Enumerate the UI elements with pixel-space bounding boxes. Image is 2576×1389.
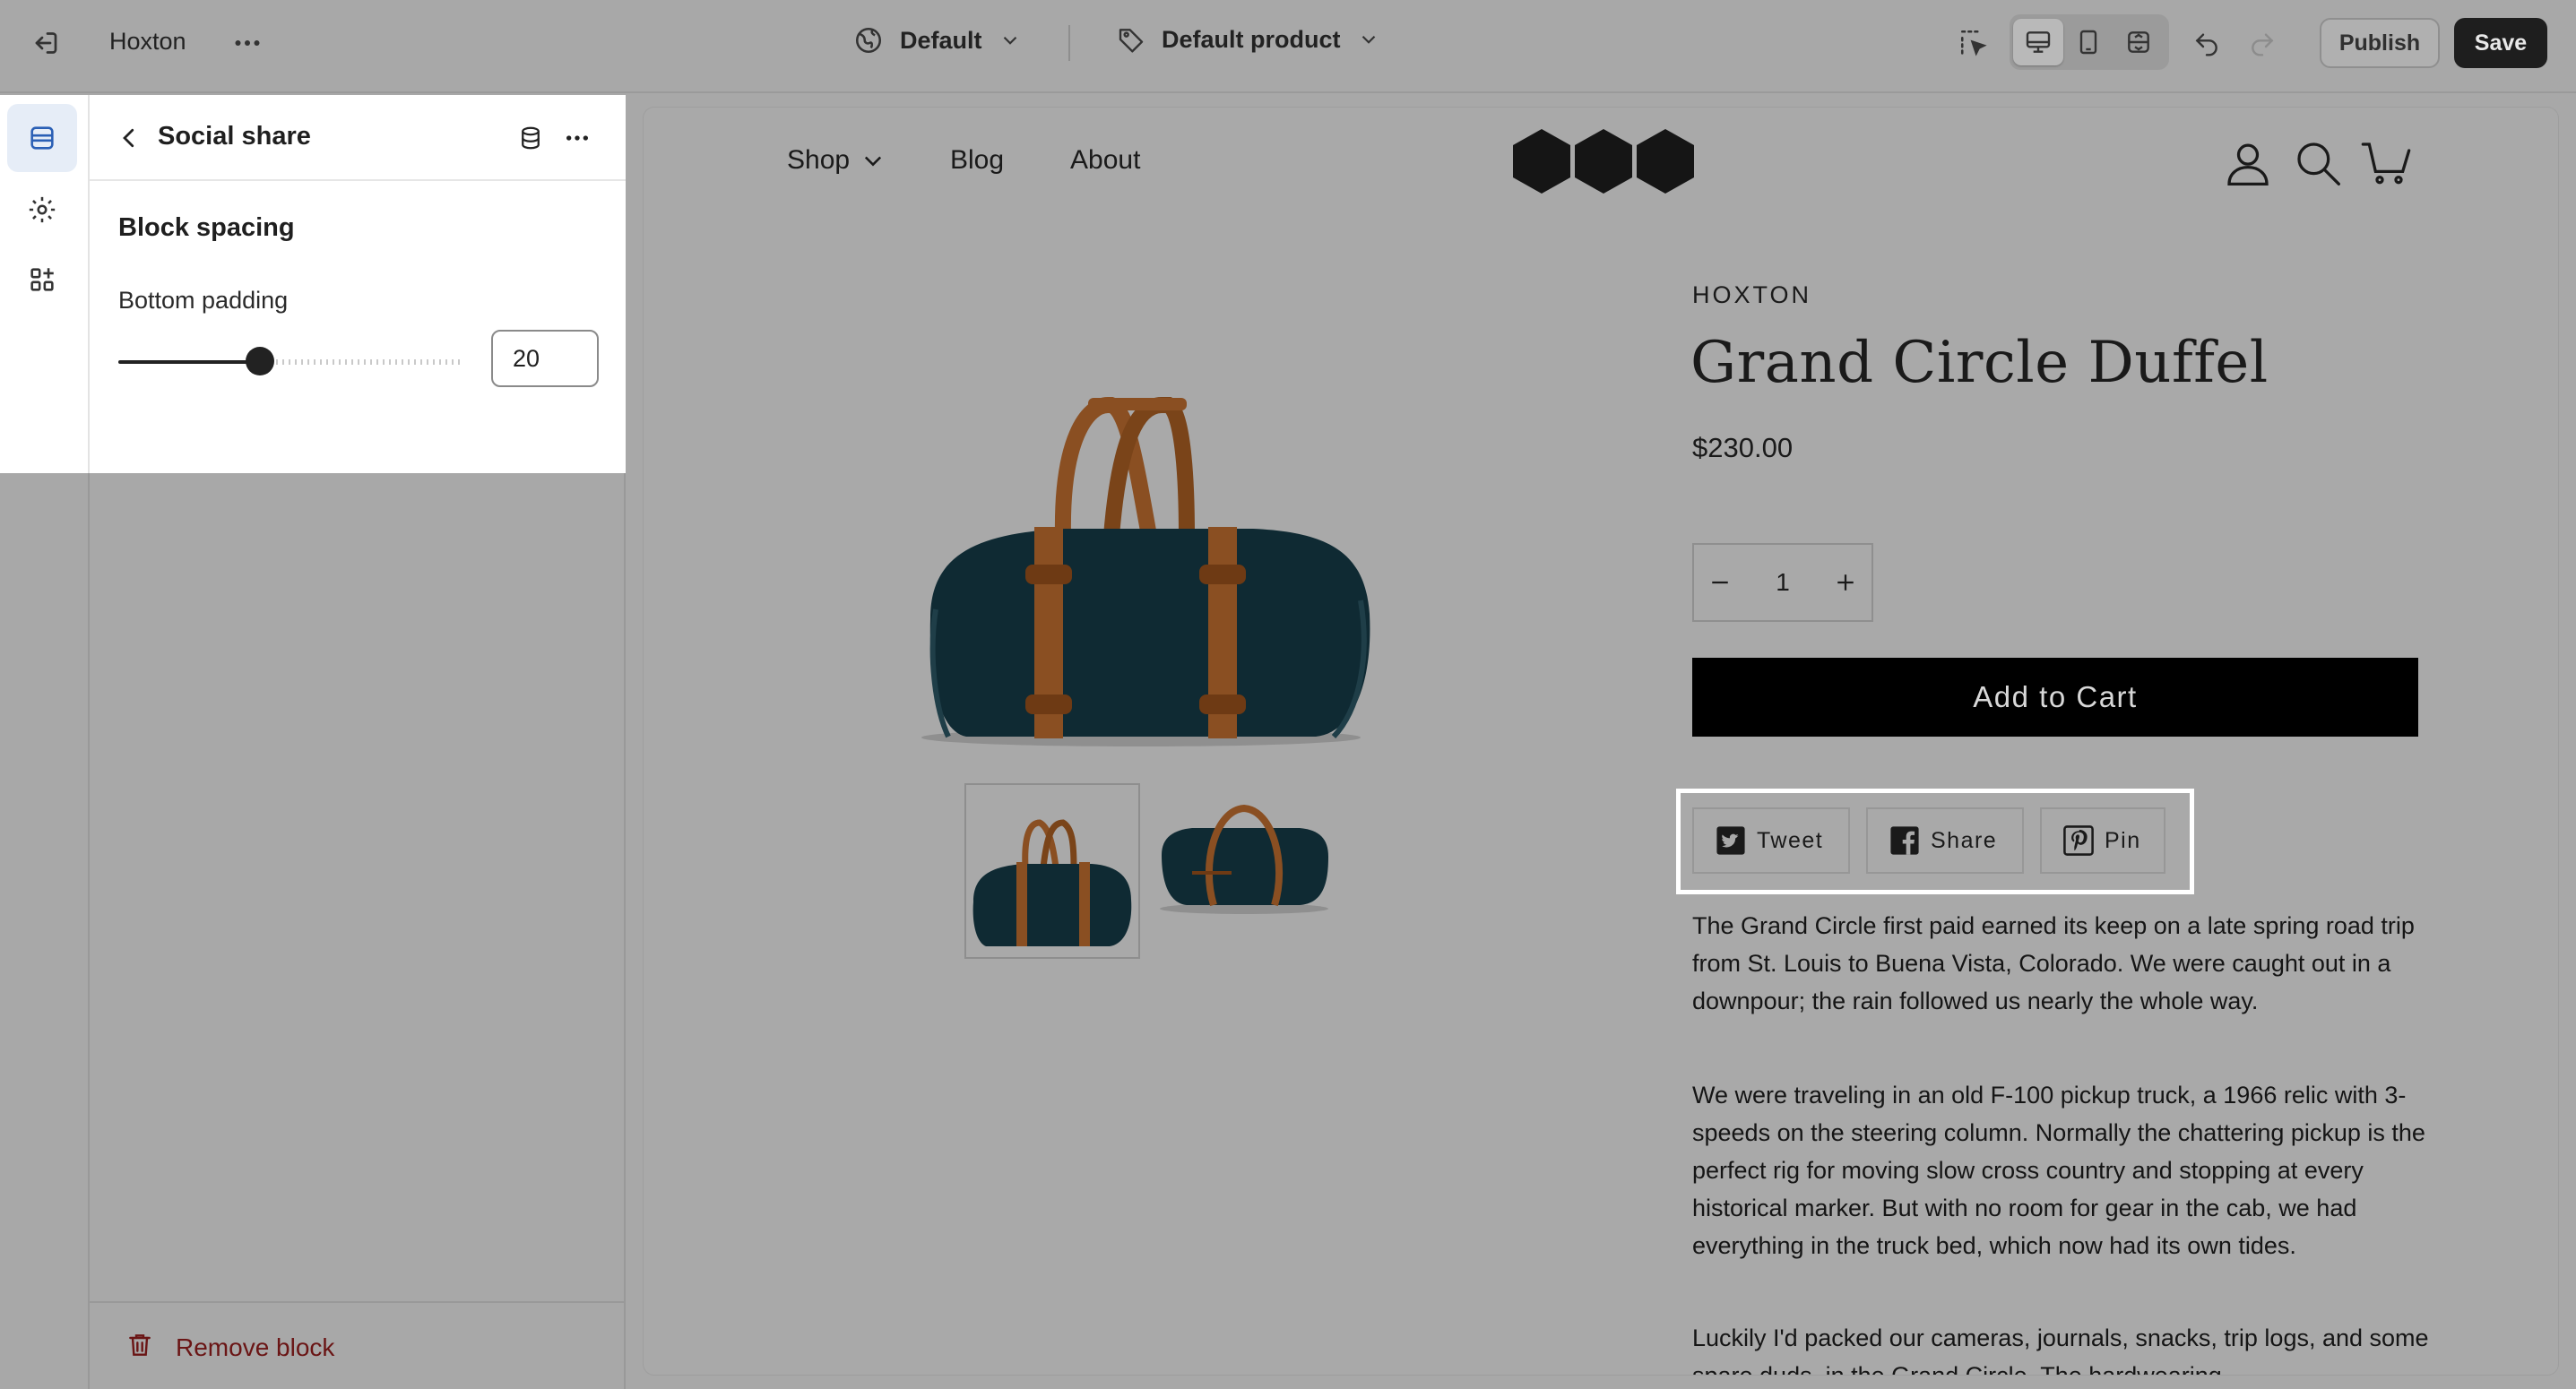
store-logo[interactable] [1511,127,1696,195]
product-description-paragraph: We were traveling in an old F-100 pickup… [1692,1082,2425,1259]
product-thumbnail-1[interactable] [964,783,1140,959]
undo-icon[interactable] [2187,23,2226,63]
topbar-divider [1068,25,1070,61]
product-vendor: HOXTON [1692,281,1812,308]
device-toggle-group [2010,14,2169,70]
ellipsis-icon[interactable] [228,23,267,63]
add-to-cart-button[interactable]: Add to Cart [1692,658,2418,737]
back-arrow-icon[interactable] [111,120,147,156]
facebook-icon [1890,826,1919,855]
cart-icon[interactable] [2361,138,2411,188]
quantity-stepper: 1 [1692,543,1873,622]
template-selector-label: Default product [1162,25,1341,53]
minus-icon[interactable] [1694,545,1746,620]
inspector-select-icon[interactable] [1954,23,1993,63]
chevron-down-icon [1003,36,1016,45]
desktop-view-icon[interactable] [2013,19,2063,65]
tweet-label: Tweet [1757,827,1824,853]
template-selector[interactable]: Default product [1117,25,1380,54]
remove-block-button[interactable]: Remove block [90,1301,626,1389]
sections-icon[interactable] [7,104,77,172]
publish-button[interactable]: Publish [2320,18,2440,68]
save-button[interactable]: Save [2454,18,2547,68]
settings-gear-icon[interactable] [7,176,77,244]
exit-icon[interactable] [25,23,65,63]
bottom-padding-slider[interactable] [118,347,463,375]
redo-icon[interactable] [2243,23,2282,63]
product-thumbnail-2[interactable] [1156,783,1332,959]
storefront-preview: Shop Blog About HOXTON Grand Circle Duff… [644,108,2558,1375]
chevron-down-icon [865,156,882,167]
pinterest-icon [2063,825,2094,856]
product-description-paragraph: The Grand Circle first paid earned its k… [1692,912,2415,1014]
trash-icon [125,1330,154,1365]
block-settings-card: Social share Block spacing Bottom paddin… [90,95,626,473]
theme-selector-label: Default [900,26,982,54]
slider-track-rest [276,359,463,365]
globe-icon [855,27,882,54]
nav-about[interactable]: About [1070,145,1140,176]
quantity-value[interactable]: 1 [1776,568,1790,597]
section-title: Block spacing [118,213,295,242]
theme-selector[interactable]: Default [853,25,1022,56]
slider-fill [118,360,260,364]
product-price: $230.00 [1692,432,1794,463]
duffel-front-image [972,819,1132,946]
nav-blog[interactable]: Blog [950,145,1004,176]
editor-topbar: Hoxton Default Default product Publish S… [0,0,2576,93]
product-title: Grand Circle Duffel [1690,330,2269,396]
plus-icon[interactable] [1820,545,1871,620]
bottom-padding-input[interactable]: 20 [491,330,599,387]
apps-icon[interactable] [7,246,77,314]
duffel-side-image [1160,804,1328,914]
facebook-share-button[interactable]: Share [1866,807,2024,874]
panel-header: Social share [90,95,626,181]
slider-thumb[interactable] [246,347,274,375]
database-icon[interactable] [513,120,549,156]
account-icon[interactable] [2223,138,2273,188]
nav-shop[interactable]: Shop [787,145,886,176]
search-icon[interactable] [2293,138,2343,188]
tweet-button[interactable]: Tweet [1692,807,1850,874]
chevron-down-icon [1361,35,1375,44]
fullscreen-view-icon[interactable] [2114,19,2164,65]
pin-button[interactable]: Pin [2040,807,2165,874]
twitter-icon [1716,826,1745,855]
product-description-paragraph: Luckily I'd packed our cameras, journals… [1692,1324,2429,1375]
bottom-padding-label: Bottom padding [118,287,289,314]
product-main-image[interactable] [912,385,1379,762]
store-name: Hoxton [109,28,186,55]
nav-shop-label: Shop [787,145,851,175]
remove-block-label: Remove block [176,1333,335,1361]
ellipsis-icon[interactable] [559,120,595,156]
pin-label: Pin [2105,827,2141,853]
editor-rail [0,95,90,1389]
panel-title: Social share [158,122,311,151]
share-label: Share [1931,827,1998,853]
tag-icon [1119,29,1144,53]
mobile-view-icon[interactable] [2063,19,2114,65]
